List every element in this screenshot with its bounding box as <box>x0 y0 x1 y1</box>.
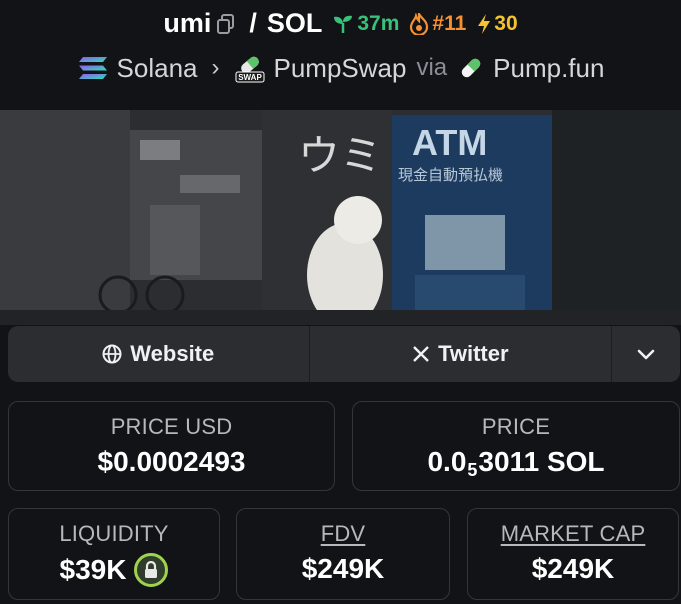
lightning-icon <box>478 13 491 34</box>
launchpad-name: Pump.fun <box>493 52 605 83</box>
sign-panel-3 <box>150 205 200 275</box>
atm-keypad <box>415 275 525 315</box>
copy-icon[interactable] <box>217 13 235 34</box>
lock-icon[interactable] <box>134 553 169 587</box>
liquidity-card: LIQUIDITY $39K <box>8 508 220 600</box>
pumpswap-icon: SWAP <box>235 56 264 83</box>
market-cap-card: MARKET CAP $249K <box>467 508 679 600</box>
fdv-value: $249K <box>301 553 385 584</box>
dex-badge-text: SWAP <box>238 73 262 82</box>
fdv-label[interactable]: FDV <box>237 521 449 547</box>
rank-text: #11 <box>432 11 467 35</box>
website-label: Website <box>130 341 215 366</box>
social-links-bar: Website Twitter <box>8 326 680 382</box>
token-banner-image: ウミ ATM 現金自動預払機 <box>0 110 681 325</box>
x-logo-icon <box>413 346 429 362</box>
price-native-label: PRICE <box>481 414 551 439</box>
seedling-icon <box>334 15 353 33</box>
price-usd-label: PRICE USD <box>110 414 233 439</box>
katakana-sign: ウミ <box>298 131 382 180</box>
trending-rank-badge[interactable]: #11 <box>409 12 466 36</box>
dex-link[interactable]: SWAP PumpSwap <box>234 52 407 84</box>
flame-icon <box>410 12 429 35</box>
via-label: via <box>416 54 448 81</box>
pill-icon <box>461 58 481 78</box>
dex-name: PumpSwap <box>273 52 407 83</box>
globe-icon <box>102 344 122 364</box>
pair-title-row: umi / SOL 37m #11 30 <box>0 8 681 39</box>
market-cap-label[interactable]: MARKET CAP <box>468 521 678 547</box>
pair-source-row: Solana › SWAP PumpSwap via Pump.fun <box>0 52 681 84</box>
boost-badge[interactable]: 30 <box>476 11 518 36</box>
price-prefix: 0.0 <box>427 446 467 477</box>
age-badge: 37m <box>332 12 399 36</box>
twitter-button[interactable]: Twitter <box>310 326 613 382</box>
liquidity-label: LIQUIDITY <box>59 521 169 546</box>
chain-name: Solana <box>116 52 198 83</box>
fdv-card: FDV $249K <box>236 508 450 600</box>
market-cap-value: $249K <box>531 553 615 584</box>
sign-panel-1 <box>140 140 180 160</box>
boost-count: 30 <box>494 11 518 35</box>
quote-symbol: SOL <box>266 8 323 38</box>
building-left <box>0 110 130 325</box>
ground <box>0 310 681 325</box>
price-native-card: PRICE 0.0 5 3011 SOL <box>352 401 680 491</box>
wall-right <box>552 110 681 325</box>
pair-separator: / <box>249 8 257 38</box>
price-native-value: 0.0 5 3011 SOL <box>353 446 679 480</box>
price-usd-value: $0.0002493 <box>97 446 246 477</box>
age-text: 37m <box>357 11 400 35</box>
atm-subtext: 現金自動預払機 <box>398 166 503 184</box>
chain-link[interactable]: Solana <box>77 53 198 84</box>
price-usd-card: PRICE USD $0.0002493 <box>8 401 335 491</box>
liquidity-value-row: $39K <box>9 553 219 587</box>
chevron-right-icon: › <box>211 54 220 81</box>
dog-head <box>334 196 382 244</box>
price-zero-count: 5 <box>467 459 478 480</box>
launchpad-link[interactable]: Pump.fun <box>457 53 604 84</box>
sign-panel-2 <box>180 175 240 193</box>
solana-icon <box>78 57 107 79</box>
atm-screen <box>425 215 505 270</box>
liquidity-value: $39K <box>59 554 127 585</box>
pair-header: umi / SOL 37m #11 30 Solana › SWAP PumpS… <box>0 0 681 110</box>
price-suffix: 3011 SOL <box>478 446 605 477</box>
chevron-down-icon <box>637 349 655 360</box>
more-links-button[interactable] <box>612 326 680 382</box>
token-symbol: umi <box>163 8 212 38</box>
twitter-label: Twitter <box>438 341 509 366</box>
website-button[interactable]: Website <box>8 326 310 382</box>
atm-label: ATM <box>412 122 487 163</box>
